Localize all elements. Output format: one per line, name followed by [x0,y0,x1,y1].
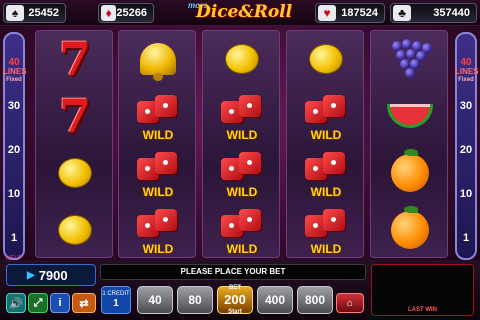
jackpot-spade: ♠ 25452 [3,3,66,23]
wild-label: WILD [226,128,258,142]
wild-label: WILD [226,242,258,256]
lines-count: 40 [460,57,472,68]
fullscreen-icon[interactable]: ⤢ [28,293,48,313]
lines-word: LINES [455,67,479,76]
bet-button-40[interactable]: 40 [137,286,173,314]
wild-label: WILD [226,185,258,199]
last-win-display: LAST WIN [371,264,474,316]
reel: 77 [35,30,113,258]
reel: WILD WILD WILD [118,30,196,258]
bell-symbol [119,31,195,87]
jackpot-heart: ♥ 187524 [315,3,385,23]
play-icon: ▶ [27,269,35,281]
info-icon[interactable]: i [50,293,70,313]
spade-icon: ♠ [6,5,24,21]
seven-symbol: 7 [58,89,91,143]
line-number: 30 [7,100,21,112]
reel: WILD WILD WILD [286,30,364,258]
wild-label: WILD [142,242,174,256]
bet-button-800[interactable]: 800 [297,286,333,314]
bet-button-200-start[interactable]: BET 200 Start [217,285,253,315]
balance-display: ▶ 7900 [6,264,96,286]
jackpot-diamond: ♦ 25266 [98,3,154,23]
control-panel: HELP ▶ 7900 PLEASE PLACE YOUR BET 🔊 ⤢ i … [0,256,480,320]
diamond-icon: ♦ [101,5,117,21]
watermelon-symbol [371,88,447,144]
gamble-icon[interactable]: ⇄ [72,293,96,313]
credit-value: 1 [113,298,119,309]
lines-word: LINES [3,67,27,76]
message-bar: PLEASE PLACE YOUR BET [100,264,366,280]
home-icon[interactable]: ⌂ [336,293,364,313]
jackpot-club: ♣ 357440 [390,3,477,23]
wild-label: WILD [310,128,342,142]
balance-value: 7900 [38,267,68,283]
line-number: 20 [459,144,473,156]
reel: WILD WILD WILD [202,30,280,258]
heart-icon: ♥ [318,5,336,21]
wild-label: WILD [310,185,342,199]
bet-button-80[interactable]: 80 [177,286,213,314]
game-logo: more Dice&Roll [182,0,298,26]
last-win-label: LAST WIN [408,307,437,313]
lemon-symbol [287,31,363,87]
credit-label: 1 CREDIT [102,291,130,297]
lemon-symbol [36,145,112,201]
line-number: 30 [459,100,473,112]
lines-label: 40 LINES Fixed [455,57,479,85]
jackpot-value: 25452 [28,7,59,19]
dice-wild-symbol: WILD [287,202,363,257]
dice-wild-symbol: WILD [119,145,195,201]
lines-fixed: Fixed [458,77,474,83]
lemon-symbol [36,202,112,257]
grapes-symbol [371,31,447,87]
club-icon: ♣ [393,5,411,21]
logo-title: Dice&Roll [196,2,293,22]
dice-wild-symbol: WILD [119,202,195,257]
line-number: 20 [7,144,21,156]
bet-button-400[interactable]: 400 [257,286,293,314]
dice-wild-symbol: WILD [287,88,363,144]
dice-wild-symbol: WILD [119,88,195,144]
orange-symbol [371,202,447,257]
wild-label: WILD [142,128,174,142]
orange-symbol [371,145,447,201]
line-number: 10 [459,188,473,200]
lines-panel-right: 40 LINES Fixed 30 20 10 1 [455,32,479,260]
lines-panel-left: 40 LINES Fixed 30 20 10 1 [3,32,27,260]
lines-fixed: Fixed [6,77,22,83]
line-number: 10 [7,188,21,200]
start-caption: Start [228,309,242,315]
help-label[interactable]: HELP [6,256,22,262]
lines-count: 40 [8,57,20,68]
dice-wild-symbol: WILD [203,202,279,257]
playfield: 40 LINES Fixed 30 20 10 1 40 LINES Fixed… [0,26,480,260]
dice-wild-symbol: WILD [203,145,279,201]
credit-selector[interactable]: 1 CREDIT 1 [101,286,131,314]
lines-label: 40 LINES Fixed [3,57,27,85]
wild-label: WILD [142,185,174,199]
lemon-symbol [203,31,279,87]
reel [370,30,448,258]
line-number: 1 [10,232,18,244]
wild-label: WILD [310,242,342,256]
jackpot-value: 25266 [116,7,147,19]
line-number: 1 [462,232,470,244]
jackpot-value: 187524 [341,7,378,19]
sound-icon[interactable]: 🔊 [6,293,26,313]
seven-symbol: 7 [58,32,91,86]
top-bar: ♠ 25452 ♦ 25266 more Dice&Roll ♥ 187524 … [0,0,480,26]
dice-wild-symbol: WILD [203,88,279,144]
dice-wild-symbol: WILD [287,145,363,201]
jackpot-value: 357440 [433,7,470,19]
bet-value: 200 [224,292,246,307]
